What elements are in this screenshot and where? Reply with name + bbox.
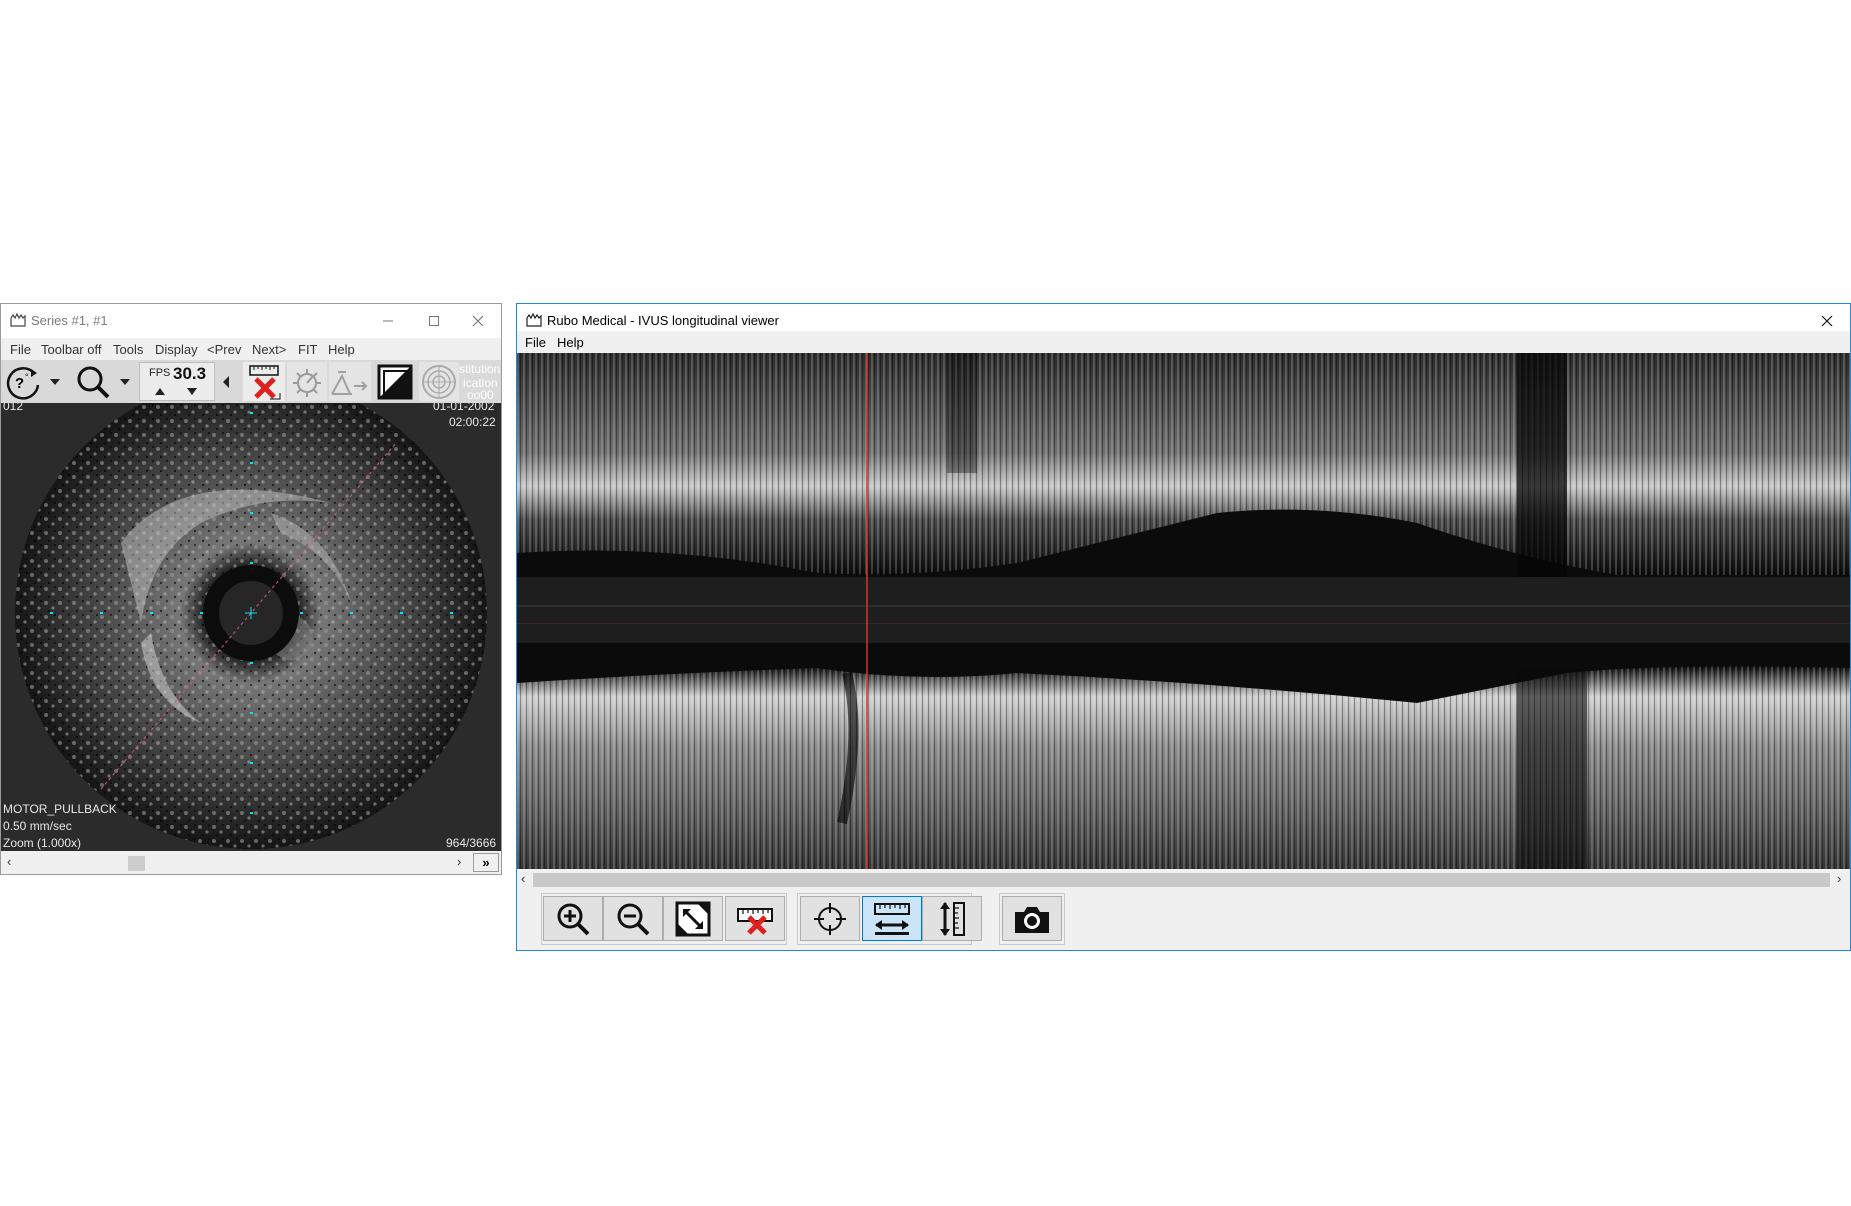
scroll-thumb[interactable]	[533, 873, 1830, 887]
overlay-zoom: Zoom (1.000x)	[3, 836, 82, 850]
invert-button[interactable]	[375, 362, 415, 401]
brightness-icon	[293, 368, 321, 397]
series-window-title: Series #1, #1	[31, 313, 108, 328]
overlay-speed: 0.50 mm/sec	[3, 819, 72, 833]
overlay-mode: MOTOR_PULLBACK	[3, 802, 117, 816]
grid-button[interactable]	[419, 362, 459, 401]
measure-delete-button[interactable]	[243, 362, 285, 401]
menu-file[interactable]: File	[525, 335, 546, 350]
filter-icon	[331, 370, 368, 395]
rotate-help-button[interactable]: ? °	[3, 362, 45, 401]
longitudinal-menubar: File Help	[517, 331, 1850, 353]
vertical-measure-icon	[940, 901, 965, 936]
crosshair-button[interactable]	[800, 896, 860, 941]
fast-forward-button[interactable]: »	[473, 853, 499, 872]
zoom-button[interactable]	[71, 362, 115, 401]
svg-text:?: ?	[15, 375, 24, 392]
menu-tools[interactable]: Tools	[113, 342, 143, 357]
longitudinal-scrollbar[interactable]: ‹ ›	[517, 870, 1850, 889]
clear-measure-button[interactable]	[725, 896, 785, 941]
svg-text:°: °	[25, 372, 29, 382]
close-icon	[1821, 315, 1833, 327]
magnifier-icon	[77, 366, 110, 398]
scroll-right-icon[interactable]: ›	[1837, 871, 1841, 886]
menu-next[interactable]: Next>	[252, 342, 286, 357]
fit-button[interactable]	[663, 896, 723, 941]
ivus-longitudinal-view[interactable]	[517, 353, 1850, 869]
overlay-left-top: 012	[3, 403, 24, 413]
minimize-button[interactable]	[365, 304, 411, 338]
series-window: Series #1, #1 File Toolbar off Tools Dis…	[0, 303, 502, 875]
fps-value: 30.3	[173, 364, 207, 383]
menu-help[interactable]: Help	[557, 335, 584, 350]
menu-prev[interactable]: <Prev	[207, 342, 241, 357]
maximize-icon	[429, 316, 439, 326]
rotate-dropdown[interactable]	[45, 362, 65, 401]
horizontal-measure-icon	[874, 902, 910, 935]
horizontal-measure-button[interactable]	[862, 896, 922, 941]
overlay-frame: 964/3666	[446, 836, 497, 850]
maximize-button[interactable]	[411, 304, 457, 338]
close-button[interactable]	[455, 304, 501, 338]
overlay-time: 02:00:22	[449, 415, 496, 429]
overlay-institution-3: oo00	[467, 388, 494, 402]
series-scrollbar[interactable]: ‹ › »	[1, 852, 501, 874]
fps-control[interactable]: FPS 30.3	[139, 362, 215, 401]
scroll-left-icon[interactable]: ‹	[521, 871, 525, 886]
scroll-right-icon[interactable]: ›	[457, 854, 461, 869]
chevron-left-icon	[223, 375, 229, 388]
fps-left-button[interactable]	[217, 362, 235, 401]
camera-button[interactable]	[1002, 896, 1062, 941]
cross-section-image[interactable]: 012 01-01-2002 02:00:22 MOTOR_PULLBACK 0…	[1, 403, 501, 851]
series-titlebar[interactable]: Series #1, #1	[1, 304, 501, 338]
rotate-help-icon: ? °	[6, 366, 40, 400]
invert-icon	[377, 364, 413, 399]
fit-icon	[675, 901, 711, 936]
grid-icon	[422, 364, 456, 399]
fast-forward-icon: »	[482, 855, 490, 870]
app-icon	[526, 313, 542, 327]
chevron-down-icon	[50, 378, 60, 385]
menu-display[interactable]: Display	[155, 342, 198, 357]
menu-toolbar-off[interactable]: Toolbar off	[41, 342, 101, 357]
crosshair-icon	[814, 902, 846, 935]
minimize-icon	[383, 320, 393, 322]
clear-measure-icon	[737, 907, 773, 935]
brightness-button[interactable]	[287, 362, 327, 401]
fps-down-icon[interactable]	[186, 387, 198, 396]
zoom-in-button[interactable]	[543, 896, 603, 941]
zoom-in-icon	[557, 903, 590, 935]
longitudinal-window-title: Rubo Medical - IVUS longitudinal viewer	[547, 313, 779, 328]
longitudinal-window: Rubo Medical - IVUS longitudinal viewer …	[516, 303, 1851, 951]
vertical-measure-button[interactable]	[922, 896, 982, 941]
scroll-left-icon[interactable]: ‹	[7, 854, 11, 869]
zoom-out-button[interactable]	[603, 896, 663, 941]
series-toolbar: ? ° FPS 30.3 stitution ication oo00	[1, 360, 501, 403]
close-icon	[472, 315, 484, 327]
longitudinal-image[interactable]	[517, 353, 1850, 869]
measure-delete-icon	[249, 364, 281, 399]
overlay-date: 01-01-2002	[433, 403, 495, 413]
zoom-out-icon	[617, 903, 650, 935]
app-icon	[10, 313, 26, 327]
fps-label: FPS	[149, 367, 171, 379]
menu-help[interactable]: Help	[328, 342, 355, 357]
fps-up-icon[interactable]	[154, 387, 166, 396]
scroll-thumb[interactable]	[128, 856, 145, 871]
filter-button[interactable]	[329, 362, 371, 401]
camera-icon	[1015, 906, 1049, 933]
overlay-institution-1: stitution	[459, 362, 501, 376]
chevron-down-icon	[120, 378, 130, 385]
series-menubar: File Toolbar off Tools Display <Prev Nex…	[1, 338, 501, 360]
ivus-cross-section[interactable]	[1, 403, 501, 851]
menu-file[interactable]: File	[10, 342, 31, 357]
zoom-dropdown[interactable]	[115, 362, 135, 401]
menu-fit[interactable]: FIT	[298, 342, 318, 357]
